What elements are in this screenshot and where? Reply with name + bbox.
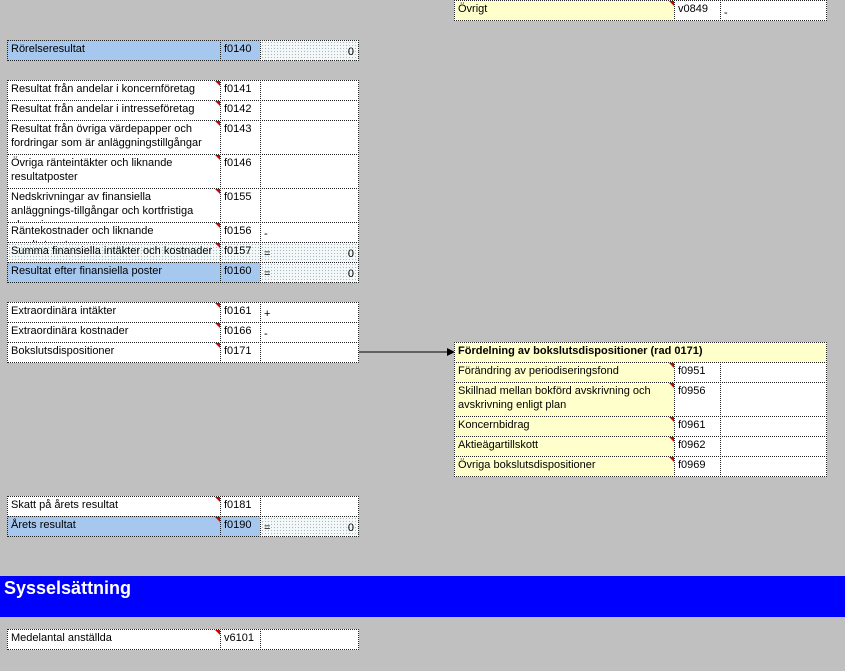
- financial-row-label: Räntekostnader och liknande resultatpost…: [7, 222, 221, 243]
- financial-row-value-cell[interactable]: [260, 80, 359, 101]
- extraordinary-income-value-cell[interactable]: +: [260, 302, 359, 323]
- financial-sum-label: Summa finansiella intäkter och kostnader: [7, 242, 221, 263]
- ovrigt-code: v0849: [674, 0, 721, 21]
- disposition-row-label: Koncernbidrag: [454, 416, 675, 437]
- rorelseresultat-value: 0: [260, 40, 359, 61]
- financial-row-label: Övriga ränteintäkter och liknande result…: [7, 154, 221, 189]
- financial-row-code: f0156: [220, 222, 261, 243]
- disposition-row-code: f0962: [674, 436, 721, 457]
- bokslutsdispositioner-label: Bokslutsdispositioner: [7, 342, 221, 363]
- rorelseresultat-code: f0140: [220, 40, 261, 61]
- bokslutsdispositioner-value-cell[interactable]: [260, 342, 359, 363]
- result-after-financial-value: = 0: [260, 262, 359, 283]
- disposition-row-label: Aktieägartillskott: [454, 436, 675, 457]
- result-after-financial-code: f0160: [220, 262, 261, 283]
- disposition-row-value-cell[interactable]: [720, 362, 827, 383]
- extraordinary-income-code: f0161: [220, 302, 261, 323]
- financial-sum-code: f0157: [220, 242, 261, 263]
- disposition-row-value-cell[interactable]: [720, 456, 827, 477]
- disposition-row-value-cell[interactable]: [720, 416, 827, 437]
- disposition-row-label: Skillnad mellan bokförd avskrivning och …: [454, 382, 675, 417]
- financial-row-value-cell[interactable]: -: [260, 222, 359, 243]
- financial-row-label: Resultat från andelar i koncernföretag: [7, 80, 221, 101]
- disposition-row-value-cell[interactable]: [720, 382, 827, 417]
- tax-value-cell[interactable]: [260, 496, 359, 517]
- bokslutsdispositioner-code: f0171: [220, 342, 261, 363]
- employees-code: v6101: [220, 629, 261, 650]
- result-after-financial-label: Resultat efter finansiella poster: [7, 262, 221, 283]
- disposition-row-code: f0951: [674, 362, 721, 383]
- tax-label: Skatt på årets resultat: [7, 496, 221, 517]
- year-result-label: Årets resultat: [7, 516, 221, 537]
- rorelseresultat-label: Rörelseresultat: [7, 40, 221, 61]
- disposition-row-code: f0969: [674, 456, 721, 477]
- financial-row-label: Resultat från övriga värdepapper och for…: [7, 120, 221, 155]
- arrow-right-icon: [359, 348, 455, 356]
- ovrigt-label: Övrigt: [454, 0, 675, 21]
- financial-row-code: f0141: [220, 80, 261, 101]
- dispositions-title: Fördelning av bokslutsdispositioner (rad…: [454, 342, 827, 363]
- disposition-row-code: f0961: [674, 416, 721, 437]
- financial-row-value-cell[interactable]: [260, 188, 359, 223]
- financial-row-label: Nedskrivningar av finansiella anläggning…: [7, 188, 221, 223]
- disposition-row-label: Förändring av periodiseringsfond: [454, 362, 675, 383]
- financial-row-code: f0146: [220, 154, 261, 189]
- financial-row-value-cell[interactable]: [260, 100, 359, 121]
- financial-row-value-cell[interactable]: [260, 120, 359, 155]
- year-result-value: = 0: [260, 516, 359, 537]
- financial-row-code: f0155: [220, 188, 261, 223]
- tax-code: f0181: [220, 496, 261, 517]
- disposition-row-label: Övriga bokslutsdispositioner: [454, 456, 675, 477]
- disposition-row-code: f0956: [674, 382, 721, 417]
- financial-row-code: f0143: [220, 120, 261, 155]
- extraordinary-costs-value-cell[interactable]: -: [260, 322, 359, 343]
- financial-row-code: f0142: [220, 100, 261, 121]
- extraordinary-income-label: Extraordinära intäkter: [7, 302, 221, 323]
- disposition-row-value-cell[interactable]: [720, 436, 827, 457]
- financial-sum-value: = 0: [260, 242, 359, 263]
- extraordinary-costs-label: Extraordinära kostnader: [7, 322, 221, 343]
- employees-label: Medelantal anställda: [7, 629, 221, 650]
- financial-row-value-cell[interactable]: [260, 154, 359, 189]
- extraordinary-costs-code: f0166: [220, 322, 261, 343]
- section-header-sysselsattning: Sysselsättning: [0, 576, 845, 617]
- employees-value-cell[interactable]: [260, 629, 359, 650]
- year-result-code: f0190: [220, 516, 261, 537]
- financial-row-label: Resultat från andelar i intresseföretag: [7, 100, 221, 121]
- ovrigt-value-cell[interactable]: -: [720, 0, 827, 21]
